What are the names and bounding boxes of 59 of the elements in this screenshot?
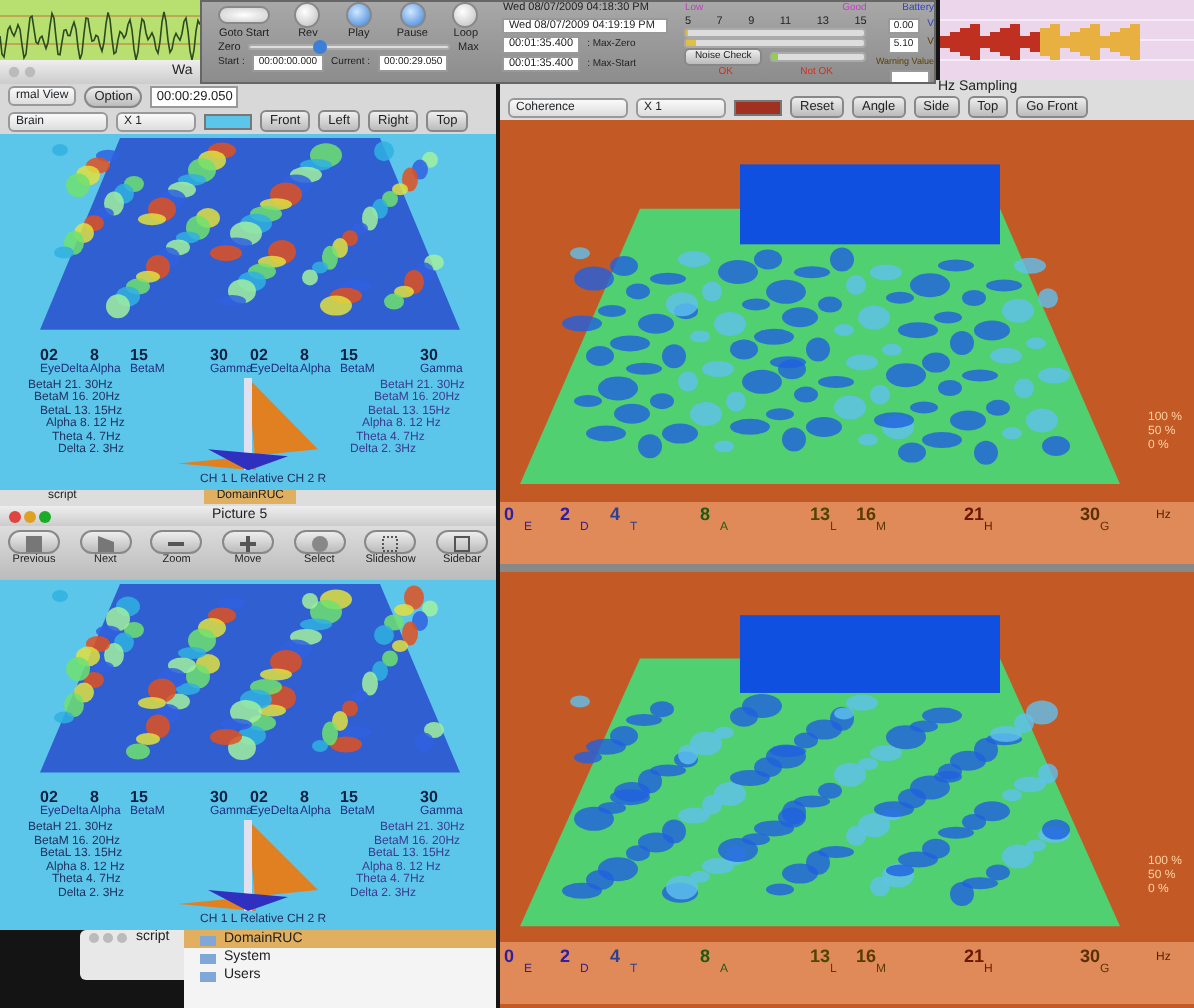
highlighted-round-button[interactable] (399, 2, 426, 28)
frequency-tick: 2 (560, 505, 571, 526)
window-controls-icon (8, 66, 36, 78)
frequency-label: 15 (340, 790, 358, 806)
toolbar-button[interactable] (79, 530, 132, 554)
toolbar-button[interactable] (435, 530, 488, 554)
round-button[interactable] (452, 2, 479, 28)
frequency-label: 30 (420, 347, 438, 364)
frequency-label: 30 (210, 790, 228, 806)
toolbar-button[interactable] (364, 530, 417, 554)
time-slider[interactable] (248, 44, 451, 51)
empty-field[interactable] (889, 70, 930, 82)
frequency-label: 15 (130, 790, 148, 806)
frequency-label: 30 (420, 790, 438, 806)
frequency-tick: 30 (1080, 505, 1101, 524)
frequency-tick: 30 (1080, 947, 1101, 966)
frequency-tick: 21 (964, 505, 985, 526)
frequency-tick: 16 (856, 505, 877, 526)
frequency-tick: 21 (964, 947, 985, 967)
frequency-label: 8 (90, 347, 99, 364)
color-swatch[interactable] (734, 99, 782, 116)
frequency-label: 15 (340, 347, 358, 364)
frequency-tick: 8 (700, 505, 711, 526)
frequency-label: 8 (300, 790, 309, 806)
window-controls-icon (88, 931, 128, 944)
frequency-tick: 13 (810, 947, 831, 967)
frequency-label: 30 (210, 347, 228, 364)
tool-icon (382, 536, 399, 552)
frequency-label: 02 (250, 347, 268, 364)
tool-icon (26, 536, 42, 552)
tool-icon (311, 536, 328, 552)
window-controls-icon (8, 509, 52, 523)
toolbar-button[interactable] (221, 530, 274, 554)
tool-icon (239, 536, 256, 552)
toolbar-button[interactable] (8, 530, 60, 554)
frequency-label: 8 (300, 347, 309, 364)
frequency-tick: 13 (810, 505, 831, 526)
oval-button[interactable] (218, 6, 270, 24)
slider-thumb[interactable] (312, 40, 327, 55)
toolbar-button[interactable] (293, 530, 346, 554)
color-swatch[interactable] (204, 113, 252, 129)
frequency-tick: 2 (560, 947, 571, 967)
tool-icon (168, 536, 185, 552)
frequency-tick: 8 (700, 947, 711, 967)
frequency-tick: 4 (610, 505, 621, 526)
frequency-label: 02 (250, 790, 268, 806)
frequency-label: 02 (40, 790, 58, 806)
frequency-label: 15 (130, 347, 148, 364)
frequency-tick: 16 (856, 947, 877, 967)
toolbar-button[interactable] (150, 530, 203, 554)
frequency-label: 02 (40, 347, 58, 364)
round-button[interactable] (294, 2, 321, 28)
tool-icon (453, 536, 470, 552)
highlighted-round-button[interactable] (345, 2, 372, 28)
tool-icon (97, 536, 114, 552)
frequency-tick: 4 (610, 947, 621, 967)
frequency-label: 8 (90, 790, 99, 806)
frequency-tick: 0 (504, 505, 515, 526)
frequency-tick: 0 (504, 947, 515, 967)
